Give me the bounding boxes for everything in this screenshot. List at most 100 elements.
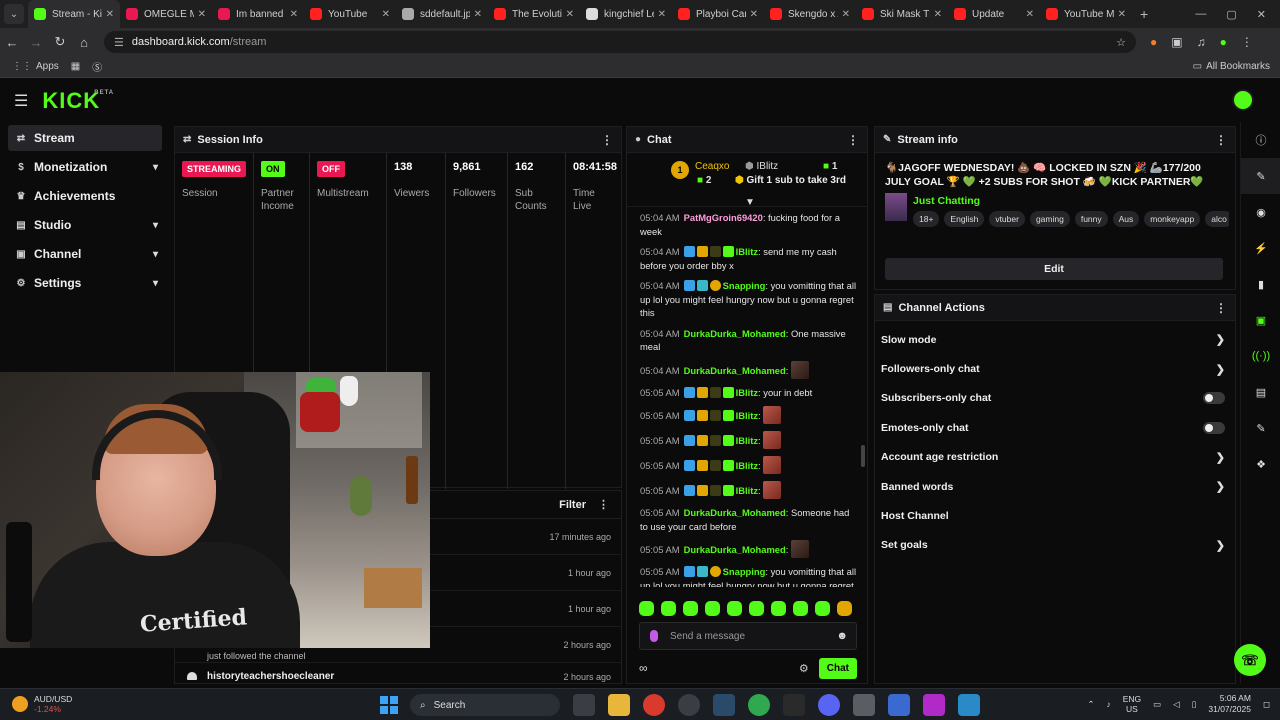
- language-indicator[interactable]: ENG US: [1123, 694, 1141, 714]
- media-icon[interactable]: ♫: [1197, 35, 1206, 49]
- profile-icon[interactable]: ●: [1220, 35, 1227, 49]
- hamburger-menu-icon[interactable]: ☰: [14, 91, 28, 111]
- steam-icon[interactable]: [713, 694, 735, 716]
- site-info-icon[interactable]: ☰: [114, 36, 124, 49]
- emoji-icon[interactable]: ☻: [836, 630, 848, 642]
- channel-action-item[interactable]: Host Channel: [875, 501, 1235, 530]
- emote-icon[interactable]: [639, 601, 654, 616]
- stream-tag[interactable]: alco: [1205, 211, 1229, 227]
- close-tab-icon[interactable]: ✕: [658, 9, 666, 20]
- info-icon[interactable]: ⓘ: [1241, 122, 1280, 158]
- reload-icon[interactable]: ↻: [48, 34, 72, 50]
- task-view-icon[interactable]: [573, 694, 595, 716]
- grid-bookmark-icon[interactable]: ▦: [71, 61, 80, 72]
- browser-menu-icon[interactable]: ⋮: [1241, 35, 1253, 49]
- back-icon[interactable]: ←: [0, 35, 24, 50]
- browser-tab[interactable]: Stream - Kick✕: [28, 0, 120, 28]
- all-bookmarks[interactable]: ▭ All Bookmarks: [1193, 61, 1270, 72]
- clipboard-icon[interactable]: ▮: [1241, 266, 1280, 302]
- file-explorer-icon[interactable]: [608, 694, 630, 716]
- emote-icon[interactable]: [837, 601, 852, 616]
- discord-icon[interactable]: [818, 694, 840, 716]
- chat-username[interactable]: IBlitz: [736, 246, 758, 257]
- edit-stream-button[interactable]: Edit: [885, 258, 1223, 280]
- chat-username[interactable]: IBlitz: [736, 435, 758, 446]
- close-tab-icon[interactable]: ✕: [842, 9, 850, 20]
- toggle-switch[interactable]: [1203, 392, 1225, 405]
- sidebar-item-studio[interactable]: ▤ Studio ▾: [8, 212, 162, 238]
- stream-tag[interactable]: funny: [1074, 211, 1108, 227]
- lightning-icon[interactable]: ⚡: [1241, 230, 1280, 266]
- clock[interactable]: 5:06 AM 31/07/2025: [1208, 693, 1251, 715]
- sidebar-item-channel[interactable]: ▣ Channel ▾: [8, 241, 162, 267]
- chat-username[interactable]: IBlitz: [736, 485, 758, 496]
- browser-tab[interactable]: YouTube Mu✕: [1040, 0, 1132, 28]
- close-tab-icon[interactable]: ✕: [566, 9, 574, 20]
- stream-tag[interactable]: monkeyapp: [1144, 211, 1201, 227]
- chat-username[interactable]: DurkaDurka_Mohamed: [684, 544, 786, 555]
- channel-action-item[interactable]: Slow mode ❯: [875, 325, 1235, 354]
- kebab-menu-icon[interactable]: ⋮: [1215, 133, 1227, 147]
- home-icon[interactable]: ⌂: [72, 35, 96, 50]
- close-tab-icon[interactable]: ✕: [474, 9, 482, 20]
- close-tab-icon[interactable]: ✕: [198, 9, 206, 20]
- chat-username[interactable]: PatMgGroin69420: [684, 212, 763, 223]
- stream-tag[interactable]: English: [944, 211, 985, 227]
- settings-icon[interactable]: [853, 694, 875, 716]
- browser-tab[interactable]: YouTube ✕: [304, 0, 396, 28]
- microphone-icon[interactable]: [650, 630, 658, 642]
- sidebar-item-monetization[interactable]: $ Monetization ▾: [8, 154, 162, 180]
- apps-bookmark[interactable]: ⋮⋮ Apps: [12, 61, 59, 72]
- emote-icon[interactable]: [815, 601, 830, 616]
- channel-action-item[interactable]: Set goals ❯: [875, 531, 1235, 560]
- browser-tab[interactable]: Update ✕: [948, 0, 1040, 28]
- mic-tray-icon[interactable]: ♪: [1106, 699, 1110, 709]
- chat-username[interactable]: DurkaDurka_Mohamed: [684, 365, 786, 376]
- photos-icon[interactable]: [958, 694, 980, 716]
- browser-tab[interactable]: Playboi Carti✕: [672, 0, 764, 28]
- close-icon[interactable]: ✕: [1257, 8, 1266, 21]
- notifications-icon[interactable]: ◻: [1263, 699, 1270, 710]
- camera-icon[interactable]: ◉: [1241, 194, 1280, 230]
- user-avatar[interactable]: [1232, 89, 1254, 111]
- bookmark-star-icon[interactable]: ☆: [1116, 36, 1126, 49]
- channel-action-item[interactable]: Emotes-only chat: [875, 413, 1235, 442]
- chat-input[interactable]: Send a message ☻: [639, 622, 857, 650]
- emote-icon[interactable]: [727, 601, 742, 616]
- sidebar-item-settings[interactable]: ⚙ Settings ▾: [8, 270, 162, 296]
- emote-icon[interactable]: [683, 601, 698, 616]
- ticker-widget[interactable]: AUD/USD -1.24%: [12, 694, 72, 714]
- emote-icon[interactable]: [705, 601, 720, 616]
- activity-username[interactable]: historyteachershoecleaner: [207, 671, 334, 682]
- channel-action-item[interactable]: Followers-only chat ❯: [875, 354, 1235, 383]
- browser-tab[interactable]: Skengdo x A✕: [764, 0, 856, 28]
- close-tab-icon[interactable]: ✕: [750, 9, 758, 20]
- chrome-icon[interactable]: [643, 694, 665, 716]
- close-tab-icon[interactable]: ✕: [382, 9, 390, 20]
- channel-action-item[interactable]: Banned words ❯: [875, 472, 1235, 501]
- emote-icon[interactable]: [749, 601, 764, 616]
- support-chat-icon[interactable]: ☏: [1234, 644, 1266, 676]
- chat-username[interactable]: Snapping: [723, 280, 766, 291]
- minimize-icon[interactable]: —: [1195, 8, 1206, 21]
- pinned-gift-leaderboard[interactable]: 1 Ceaqxo ■ 2 ⬢ IBlitz ■ 1 ⬢ Gift 1 sub t…: [627, 153, 867, 208]
- extensions-puzzle-icon[interactable]: ▣: [1171, 35, 1182, 49]
- xbox-icon[interactable]: [748, 694, 770, 716]
- browser-tab[interactable]: The Evolutio✕: [488, 0, 580, 28]
- sidebar-item-achievements[interactable]: ♛ Achievements: [8, 183, 162, 209]
- chat-username[interactable]: Snapping: [723, 566, 766, 577]
- new-tab-button[interactable]: +: [1140, 6, 1148, 22]
- maximize-icon[interactable]: ▢: [1226, 8, 1236, 21]
- stream-tag[interactable]: 18+: [913, 211, 940, 227]
- tab-search-button[interactable]: ⌄: [4, 4, 24, 24]
- s-bookmark-icon[interactable]: Ⓢ: [92, 59, 102, 74]
- wrench-icon[interactable]: ✎: [1241, 410, 1280, 446]
- kebab-menu-icon[interactable]: ⋮: [601, 133, 613, 147]
- taskbar-search[interactable]: ⌕ Search: [410, 694, 560, 716]
- app-icon[interactable]: [923, 694, 945, 716]
- sidebar-item-stream[interactable]: ⇄ Stream: [8, 125, 162, 151]
- tray-chevron-icon[interactable]: ⌃: [1087, 699, 1094, 710]
- channel-action-item[interactable]: Subscribers-only chat: [875, 384, 1235, 413]
- browser-tab[interactable]: Im banned o✕: [212, 0, 304, 28]
- send-chat-button[interactable]: Chat: [818, 657, 857, 679]
